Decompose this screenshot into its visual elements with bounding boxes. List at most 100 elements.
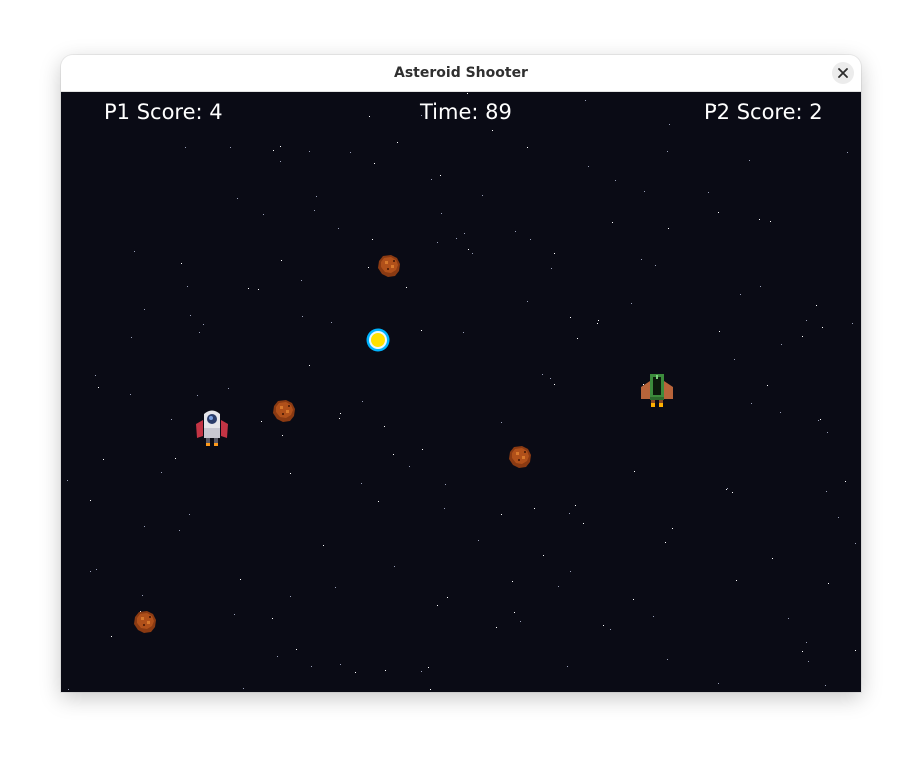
star xyxy=(512,581,513,582)
star xyxy=(323,545,324,546)
star xyxy=(482,195,483,196)
star xyxy=(847,152,848,153)
star xyxy=(272,618,273,619)
star xyxy=(719,331,720,332)
star xyxy=(355,672,356,673)
star xyxy=(237,198,238,199)
window-title: Asteroid Shooter xyxy=(394,65,528,81)
star xyxy=(316,196,317,197)
star xyxy=(603,625,604,626)
white-rocket-ship-icon xyxy=(196,410,228,446)
star xyxy=(759,219,760,220)
star xyxy=(335,587,336,588)
star xyxy=(445,484,446,485)
star xyxy=(350,152,351,153)
star xyxy=(431,179,432,180)
star xyxy=(665,542,666,543)
star xyxy=(261,421,262,422)
star xyxy=(577,338,578,339)
star xyxy=(171,419,172,420)
star xyxy=(558,586,559,587)
star xyxy=(855,650,856,651)
star xyxy=(852,323,853,324)
star xyxy=(393,454,394,455)
star xyxy=(361,483,362,484)
star xyxy=(302,316,303,317)
star xyxy=(240,579,241,580)
star xyxy=(585,100,586,101)
star xyxy=(181,263,182,264)
star xyxy=(130,394,131,395)
star xyxy=(669,124,670,125)
star xyxy=(314,210,315,211)
star xyxy=(311,666,312,667)
star xyxy=(615,180,616,181)
asteroid-icon xyxy=(509,446,531,468)
star xyxy=(610,629,611,630)
star xyxy=(273,150,274,151)
star xyxy=(290,473,291,474)
star xyxy=(397,142,398,143)
star xyxy=(98,387,99,388)
star xyxy=(736,580,737,581)
star xyxy=(463,332,464,333)
star xyxy=(718,683,719,684)
star xyxy=(464,233,465,234)
star xyxy=(633,599,634,600)
star xyxy=(142,595,143,596)
star xyxy=(394,566,395,567)
star xyxy=(827,432,828,433)
star xyxy=(258,289,259,290)
energy-orb-icon xyxy=(366,328,390,352)
star xyxy=(826,491,827,492)
star xyxy=(496,627,497,628)
star xyxy=(338,228,339,229)
star xyxy=(90,571,91,572)
game-canvas[interactable]: P1 Score: 4 Time: 89 P2 Score: 2 xyxy=(61,92,861,692)
player2-score: P2 Score: 2 xyxy=(704,100,823,124)
star xyxy=(855,543,856,544)
star xyxy=(708,192,709,193)
close-button[interactable] xyxy=(832,62,854,84)
star xyxy=(68,689,69,690)
star xyxy=(384,426,385,427)
star xyxy=(263,214,264,215)
star xyxy=(161,472,162,473)
star xyxy=(543,555,544,556)
star xyxy=(467,93,468,94)
star xyxy=(527,301,528,302)
star xyxy=(806,320,807,321)
star xyxy=(331,322,332,323)
star xyxy=(527,147,528,148)
star xyxy=(781,344,782,345)
star xyxy=(597,323,598,324)
star xyxy=(340,413,341,414)
star xyxy=(634,471,635,472)
star xyxy=(760,286,761,287)
star xyxy=(385,670,386,671)
star xyxy=(825,685,826,686)
star xyxy=(374,163,375,164)
star xyxy=(554,253,555,254)
star xyxy=(301,280,302,281)
star xyxy=(280,161,281,162)
star xyxy=(570,571,571,572)
star xyxy=(362,401,363,402)
star xyxy=(422,449,423,450)
star xyxy=(583,523,584,524)
star xyxy=(788,618,789,619)
star xyxy=(144,309,145,310)
star xyxy=(554,384,555,385)
star xyxy=(179,530,180,531)
green-rocket-ship-icon xyxy=(641,374,673,407)
star xyxy=(282,435,283,436)
star xyxy=(668,228,669,229)
star xyxy=(197,395,198,396)
star xyxy=(368,267,369,268)
star xyxy=(598,320,599,321)
star xyxy=(551,268,552,269)
star xyxy=(542,374,543,375)
app-window: Asteroid Shooter P1 Score: 4 Time: 89 P2… xyxy=(61,55,861,692)
star xyxy=(644,191,645,192)
star xyxy=(520,621,521,622)
